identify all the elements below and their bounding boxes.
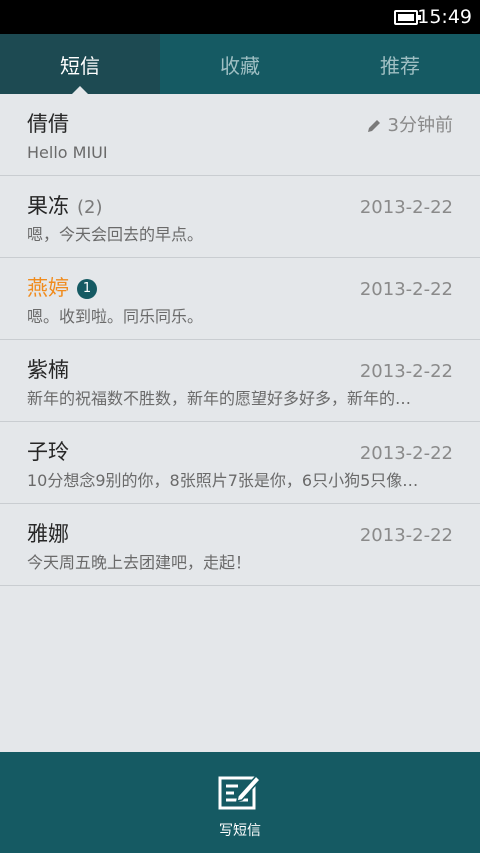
contact-name: 紫楠 [27, 358, 69, 382]
message-preview: 10分想念9别的你，8张照片7张是你，6只小狗5只像… [27, 471, 419, 490]
status-bar: 15:49 [0, 0, 480, 34]
contact-name: 雅娜 [27, 522, 69, 546]
conversation-item[interactable]: 子玲 2013-2-22 10分想念9别的你，8张照片7张是你，6只小狗5只像… [0, 422, 480, 504]
conversation-item[interactable]: 紫楠 2013-2-22 新年的祝福数不胜数，新年的愿望好多好多，新年的… [0, 340, 480, 422]
message-date: 2013-2-22 [359, 443, 453, 464]
tab-bar: 短信 收藏 推荐 [0, 34, 480, 94]
contact-name: 果冻 (2) [27, 194, 103, 218]
contact-name: 燕婷 1 [27, 274, 97, 302]
message-date: 3分钟前 [367, 114, 453, 138]
conversation-item[interactable]: 倩倩 3分钟前 Hello MIUI [0, 94, 480, 176]
message-preview: 嗯。收到啦。同乐同乐。 [27, 307, 204, 326]
bottom-bar: 写短信 [0, 752, 480, 853]
compose-button[interactable]: 写短信 [180, 772, 300, 840]
message-count: (2) [77, 197, 103, 218]
message-date: 2013-2-22 [359, 197, 453, 218]
compose-icon [218, 774, 262, 810]
compose-label: 写短信 [219, 823, 261, 839]
status-time: 15:49 [417, 6, 472, 28]
draft-pencil-icon [367, 120, 380, 132]
message-preview: 嗯，今天会回去的早点。 [27, 225, 204, 244]
message-date: 2013-2-22 [359, 279, 453, 300]
conversation-item[interactable]: 燕婷 1 2013-2-22 嗯。收到啦。同乐同乐。 [0, 258, 480, 340]
conversation-item[interactable]: 果冻 (2) 2013-2-22 嗯，今天会回去的早点。 [0, 176, 480, 258]
tab-sms[interactable]: 短信 [0, 34, 160, 94]
message-date: 2013-2-22 [359, 525, 453, 546]
tab-recommend[interactable]: 推荐 [320, 34, 480, 94]
conversation-item[interactable]: 雅娜 2013-2-22 今天周五晚上去团建吧，走起！ [0, 504, 480, 586]
message-preview: 新年的祝福数不胜数，新年的愿望好多好多，新年的… [27, 389, 412, 408]
contact-name: 倩倩 [27, 112, 69, 136]
message-preview: Hello MIUI [27, 143, 108, 162]
battery-icon [394, 10, 421, 25]
unread-badge: 1 [77, 279, 97, 299]
message-date: 2013-2-22 [359, 361, 453, 382]
conversation-list: 倩倩 3分钟前 Hello MIUI 果冻 (2) 2013-2-22 嗯，今天会… [0, 94, 480, 586]
message-preview: 今天周五晚上去团建吧，走起！ [27, 553, 252, 572]
tab-favorites[interactable]: 收藏 [160, 34, 320, 94]
contact-name: 子玲 [27, 440, 69, 464]
